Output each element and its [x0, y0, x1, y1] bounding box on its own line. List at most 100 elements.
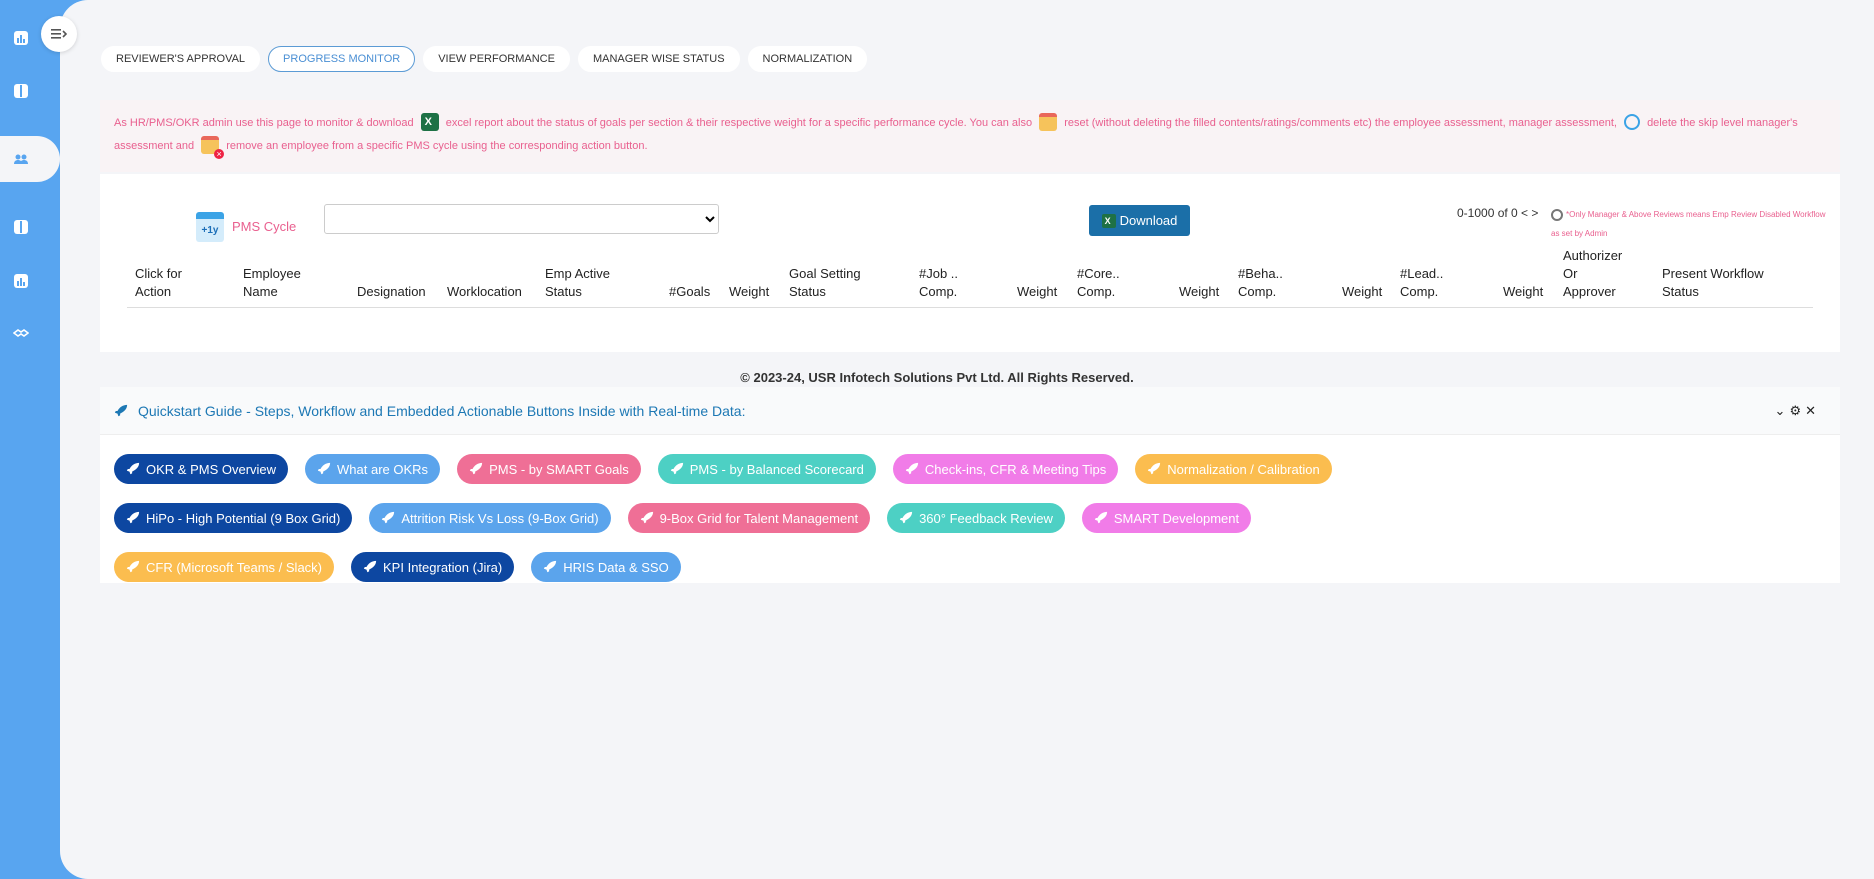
chevron-down-icon[interactable]: ⌄: [1775, 403, 1786, 419]
col-designation[interactable]: Designation: [357, 283, 426, 301]
quickstart-pill[interactable]: 9-Box Grid for Talent Management: [627, 503, 871, 533]
col-core-comp[interactable]: #Core.. Comp.: [1077, 265, 1120, 301]
collapse-icon: [51, 29, 68, 39]
col-emp-active-status[interactable]: Emp Active Status: [545, 265, 610, 301]
quickstart-pill-label: Attrition Risk Vs Loss (9-Box Grid): [401, 510, 599, 526]
sidebar-toggle-button[interactable]: [41, 16, 77, 52]
info-banner: As HR/PMS/OKR admin use this page to mon…: [100, 100, 1840, 172]
rocket-icon: [126, 462, 140, 476]
pill-row: OKR & PMS Overview What are OKRs PMS - by …: [114, 454, 1814, 484]
col-weight[interactable]: Weight: [1017, 283, 1057, 301]
quickstart-pill-label: 360° Feedback Review: [919, 510, 1053, 526]
col-goal-setting-status[interactable]: Goal Setting Status: [789, 265, 861, 301]
quickstart-header[interactable]: Quickstart Guide - Steps, Workflow and E…: [100, 387, 1840, 435]
download-label: Download: [1119, 213, 1178, 228]
quickstart-pill[interactable]: PMS - by Balanced Scorecard: [657, 454, 876, 484]
quickstart-pill-label: Normalization / Calibration: [1167, 461, 1320, 477]
users-icon[interactable]: [12, 150, 30, 168]
pill-row: HiPo - High Potential (9 Box Grid) Attrit…: [114, 503, 1814, 533]
quickstart-pill[interactable]: Attrition Risk Vs Loss (9-Box Grid): [369, 503, 611, 533]
pms-cycle-label: PMS Cycle: [232, 219, 297, 234]
quickstart-pill-label: PMS - by SMART Goals: [489, 461, 629, 477]
table-header: Click for Action Employee Name Designati…: [127, 248, 1813, 308]
col-weight[interactable]: Weight: [729, 283, 769, 301]
excel-icon: [1101, 213, 1116, 228]
calendar-reset-icon: [1039, 113, 1058, 132]
calendar-icon: +1y: [196, 212, 224, 242]
col-lead-comp[interactable]: #Lead.. Comp.: [1400, 265, 1443, 301]
col-employee-name[interactable]: Employee Name: [243, 265, 301, 301]
rocket-icon: [905, 462, 919, 476]
quickstart-controls: ⌄ ⚙ ✕: [1775, 403, 1816, 419]
quickstart-pills: OKR & PMS Overview What are OKRs PMS - by …: [114, 454, 1814, 601]
calendar-remove-icon: [201, 136, 225, 160]
rocket-icon: [640, 511, 654, 525]
rocket-icon: [469, 462, 483, 476]
quickstart-pill[interactable]: OKR & PMS Overview: [114, 454, 289, 484]
quickstart-pill-label: KPI Integration (Jira): [383, 559, 503, 575]
quickstart-pill-label: SMART Development: [1113, 510, 1240, 526]
quickstart-pill[interactable]: KPI Integration (Jira): [351, 552, 515, 582]
info-text-1: As HR/PMS/OKR admin use this page to mon…: [114, 117, 414, 129]
col-worklocation[interactable]: Worklocation: [447, 283, 522, 301]
quickstart-pill[interactable]: What are OKRs: [305, 454, 441, 484]
rocket-icon: [1094, 511, 1108, 525]
rocket-icon: [126, 511, 140, 525]
quickstart-pill-label: 9-Box Grid for Talent Management: [659, 510, 859, 526]
download-button[interactable]: Download: [1089, 205, 1190, 236]
quickstart-pill[interactable]: CFR (Microsoft Teams / Slack): [114, 552, 335, 582]
tab-manager-wise-status[interactable]: MANAGER WISE STATUS: [577, 46, 740, 72]
info-text-5: remove an employee from a specific PMS c…: [226, 140, 648, 152]
col-click-for-action[interactable]: Click for Action: [135, 265, 182, 301]
tab-reviewers-approval[interactable]: REVIEWER'S APPROVAL: [101, 46, 261, 72]
quickstart-panel: Quickstart Guide - Steps, Workflow and E…: [100, 387, 1840, 583]
sidebar-active-item: [0, 136, 60, 182]
rocket-icon: [670, 462, 684, 476]
sidebar: [0, 0, 60, 879]
quickstart-pill[interactable]: Check-ins, CFR & Meeting Tips: [892, 454, 1119, 484]
book-icon[interactable]: [12, 82, 30, 100]
col-authorizer-or-approver[interactable]: Authorizer Or Approver: [1563, 247, 1622, 301]
quickstart-pill-label: PMS - by Balanced Scorecard: [689, 461, 864, 477]
col-job-comp[interactable]: #Job .. Comp.: [919, 265, 958, 301]
handshake-icon[interactable]: [12, 324, 30, 342]
quickstart-pill[interactable]: 360° Feedback Review: [887, 503, 1065, 533]
tab-normalization[interactable]: NORMALIZATION: [747, 46, 868, 72]
tab-progress-monitor[interactable]: PROGRESS MONITOR: [268, 46, 416, 72]
quickstart-pill[interactable]: Normalization / Calibration: [1135, 454, 1332, 484]
tab-bar: REVIEWER'S APPROVAL PROGRESS MONITOR VIE…: [101, 46, 868, 72]
quickstart-pill-label: Check-ins, CFR & Meeting Tips: [924, 461, 1107, 477]
col-weight[interactable]: Weight: [1342, 283, 1382, 301]
bar-chart-icon[interactable]: [12, 29, 30, 47]
col-beha-comp[interactable]: #Beha.. Comp.: [1238, 265, 1283, 301]
rocket-icon: [381, 511, 395, 525]
refresh-icon: [1551, 208, 1563, 221]
col-goals[interactable]: #Goals: [669, 283, 710, 301]
progress-table-card: +1y PMS Cycle Download 0-1000 of 0 < > *…: [100, 174, 1840, 352]
close-icon[interactable]: ✕: [1805, 403, 1816, 419]
pagination[interactable]: 0-1000 of 0 < >: [1457, 206, 1538, 220]
quickstart-pill-label: What are OKRs: [337, 461, 429, 477]
rocket-icon: [317, 462, 331, 476]
quickstart-pill[interactable]: HRIS Data & SSO: [531, 552, 681, 582]
quickstart-pill[interactable]: PMS - by SMART Goals: [457, 454, 641, 484]
workflow-note-text: *Only Manager & Above Reviews means Emp …: [1551, 210, 1826, 238]
info-text-2: excel report about the status of goals p…: [445, 117, 1033, 129]
quickstart-title: Quickstart Guide - Steps, Workflow and E…: [138, 402, 746, 419]
quickstart-pill[interactable]: HiPo - High Potential (9 Box Grid): [114, 503, 353, 533]
tab-view-performance[interactable]: VIEW PERFORMANCE: [423, 46, 570, 72]
gear-icon[interactable]: ⚙: [1789, 403, 1801, 419]
col-weight[interactable]: Weight: [1503, 283, 1543, 301]
book-icon[interactable]: [12, 218, 30, 236]
rocket-icon: [899, 511, 913, 525]
col-present-workflow-status[interactable]: Present Workflow Status: [1662, 265, 1764, 301]
quickstart-pill-label: HRIS Data & SSO: [563, 559, 669, 575]
pms-cycle-select[interactable]: [324, 204, 719, 234]
quickstart-pill[interactable]: SMART Development: [1081, 503, 1252, 533]
info-text-3: reset (without deleting the filled conte…: [1064, 117, 1617, 129]
col-weight[interactable]: Weight: [1179, 283, 1219, 301]
rocket-icon: [1147, 462, 1161, 476]
cycle-icon: [1624, 114, 1640, 131]
bar-chart-icon[interactable]: [12, 272, 30, 290]
rocket-icon: [114, 404, 128, 416]
